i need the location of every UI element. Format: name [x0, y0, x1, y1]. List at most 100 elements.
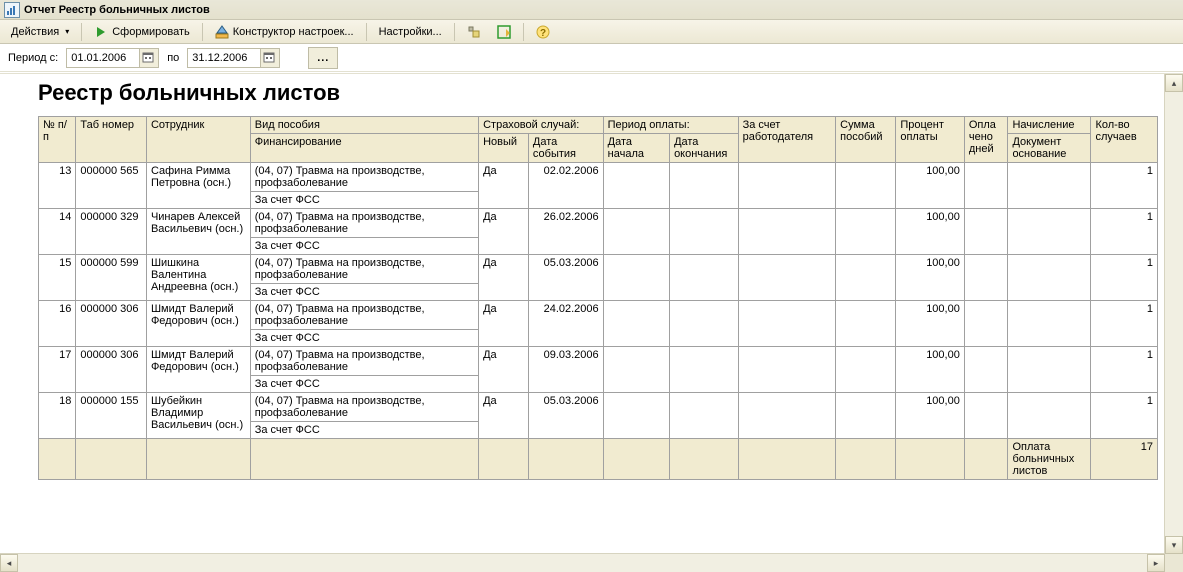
- calendar-button-from[interactable]: [139, 49, 158, 67]
- cell-benefit-sum: [836, 347, 896, 393]
- date-to-field[interactable]: [187, 48, 280, 68]
- cell-count: 1: [1091, 255, 1158, 301]
- scroll-right-button[interactable]: ▸: [1147, 554, 1165, 572]
- period-dialog-button[interactable]: ...: [308, 47, 338, 69]
- table-row[interactable]: 17000000 306Шмидт Валерий Федорович (осн…: [39, 347, 1158, 376]
- cell-tab-no: 000000 306: [76, 347, 147, 393]
- cell-date-end: [670, 163, 739, 209]
- date-to-input[interactable]: [188, 50, 260, 66]
- tool-button-1[interactable]: [460, 21, 488, 43]
- cell-doc-basis: [1008, 393, 1091, 439]
- cell-employee: Шубейкин Владимир Васильевич (осн.): [146, 393, 250, 439]
- frame-icon: [497, 25, 511, 39]
- footer-blank: [738, 439, 836, 480]
- cell-date-end: [670, 301, 739, 347]
- cell-paid-days: [964, 163, 1008, 209]
- cell-count: 1: [1091, 163, 1158, 209]
- cell-event-date: 26.02.2006: [528, 209, 603, 255]
- window-title: Отчет Реестр больничных листов: [24, 4, 210, 16]
- run-button-label: Сформировать: [112, 26, 190, 38]
- cell-benefit-type: (04, 07) Травма на производстве, профзаб…: [250, 347, 478, 376]
- constructor-button[interactable]: Конструктор настроек...: [208, 21, 361, 43]
- cell-event-date: 05.03.2006: [528, 393, 603, 439]
- cell-benefit-type: (04, 07) Травма на производстве, профзаб…: [250, 301, 478, 330]
- table-row[interactable]: 13000000 565Сафина Римма Петровна (осн.)…: [39, 163, 1158, 192]
- scroll-down-button[interactable]: ▾: [1165, 536, 1183, 554]
- period-to-label: по: [167, 52, 179, 64]
- cell-event-date: 02.02.2006: [528, 163, 603, 209]
- cell-paid-days: [964, 209, 1008, 255]
- footer-blank: [146, 439, 250, 480]
- cell-pay-percent: 100,00: [896, 393, 965, 439]
- col-benefit-type: Вид пособия: [250, 117, 478, 134]
- table-row[interactable]: 14000000 329Чинарев Алексей Васильевич (…: [39, 209, 1158, 238]
- footer-doc-basis: Оплата больничных листов: [1008, 439, 1091, 480]
- constructor-button-label: Конструктор настроек...: [233, 26, 354, 38]
- table-row[interactable]: 15000000 599Шишкина Валентина Андреевна …: [39, 255, 1158, 284]
- cell-date-start: [603, 301, 669, 347]
- cell-date-start: [603, 255, 669, 301]
- cell-at-employer: [738, 393, 836, 439]
- date-from-field[interactable]: [66, 48, 159, 68]
- cell-at-employer: [738, 301, 836, 347]
- col-tab-no: Таб номер: [76, 117, 147, 163]
- date-from-input[interactable]: [67, 50, 139, 66]
- report-table-body: 13000000 565Сафина Римма Петровна (осн.)…: [39, 163, 1158, 480]
- cell-benefit-type: (04, 07) Травма на производстве, профзаб…: [250, 209, 478, 238]
- period-from-label: Период с:: [8, 52, 58, 64]
- actions-menu[interactable]: Действия ▾: [4, 21, 76, 43]
- title-bar: Отчет Реестр больничных листов: [0, 0, 1183, 20]
- cell-date-start: [603, 209, 669, 255]
- cell-event-date: 24.02.2006: [528, 301, 603, 347]
- help-button[interactable]: ?: [529, 21, 557, 43]
- cell-new: Да: [479, 209, 529, 255]
- cell-num: 16: [39, 301, 76, 347]
- cell-tab-no: 000000 306: [76, 301, 147, 347]
- cell-count: 1: [1091, 393, 1158, 439]
- col-event-date: Дата события: [528, 134, 603, 163]
- table-row[interactable]: 18000000 155Шубейкин Владимир Васильевич…: [39, 393, 1158, 422]
- cell-at-employer: [738, 163, 836, 209]
- tool-button-2[interactable]: [490, 21, 518, 43]
- svg-text:?: ?: [540, 28, 546, 39]
- scroll-up-button[interactable]: ▴: [1165, 74, 1183, 92]
- cell-benefit-sum: [836, 255, 896, 301]
- settings-button[interactable]: Настройки...: [372, 21, 449, 43]
- calendar-button-to[interactable]: [260, 49, 279, 67]
- cell-pay-percent: 100,00: [896, 163, 965, 209]
- col-ins-case: Страховой случай:: [479, 117, 604, 134]
- col-new: Новый: [479, 134, 529, 163]
- col-date-start: Дата начала: [603, 134, 669, 163]
- cell-paid-days: [964, 255, 1008, 301]
- table-footer-row: Оплата больничных листов17: [39, 439, 1158, 480]
- footer-blank: [479, 439, 529, 480]
- run-button[interactable]: Сформировать: [87, 21, 197, 43]
- cell-employee: Шмидт Валерий Федорович (осн.): [146, 301, 250, 347]
- params-bar: Период с: по ...: [0, 44, 1183, 72]
- cell-date-start: [603, 347, 669, 393]
- cell-benefit-type: (04, 07) Травма на производстве, профзаб…: [250, 163, 478, 192]
- cell-date-start: [603, 393, 669, 439]
- cell-new: Да: [479, 163, 529, 209]
- col-num: № п/п: [39, 117, 76, 163]
- cell-tab-no: 000000 329: [76, 209, 147, 255]
- footer-blank: [250, 439, 478, 480]
- vertical-scrollbar[interactable]: ▴ ▾: [1164, 74, 1183, 554]
- cell-employee: Шмидт Валерий Федорович (осн.): [146, 347, 250, 393]
- cell-event-date: 05.03.2006: [528, 255, 603, 301]
- horizontal-scrollbar[interactable]: ◂ ▸: [0, 553, 1165, 572]
- separator: [81, 23, 82, 41]
- cell-date-end: [670, 347, 739, 393]
- scroll-left-button[interactable]: ◂: [0, 554, 18, 572]
- table-row[interactable]: 16000000 306Шмидт Валерий Федорович (осн…: [39, 301, 1158, 330]
- calendar-icon: [142, 51, 156, 65]
- cell-count: 1: [1091, 347, 1158, 393]
- cell-employee: Шишкина Валентина Андреевна (осн.): [146, 255, 250, 301]
- play-icon: [94, 25, 108, 39]
- cell-pay-percent: 100,00: [896, 347, 965, 393]
- cell-benefit-sum: [836, 209, 896, 255]
- cell-num: 18: [39, 393, 76, 439]
- footer-blank: [528, 439, 603, 480]
- cell-num: 13: [39, 163, 76, 209]
- calendar-icon: [263, 51, 277, 65]
